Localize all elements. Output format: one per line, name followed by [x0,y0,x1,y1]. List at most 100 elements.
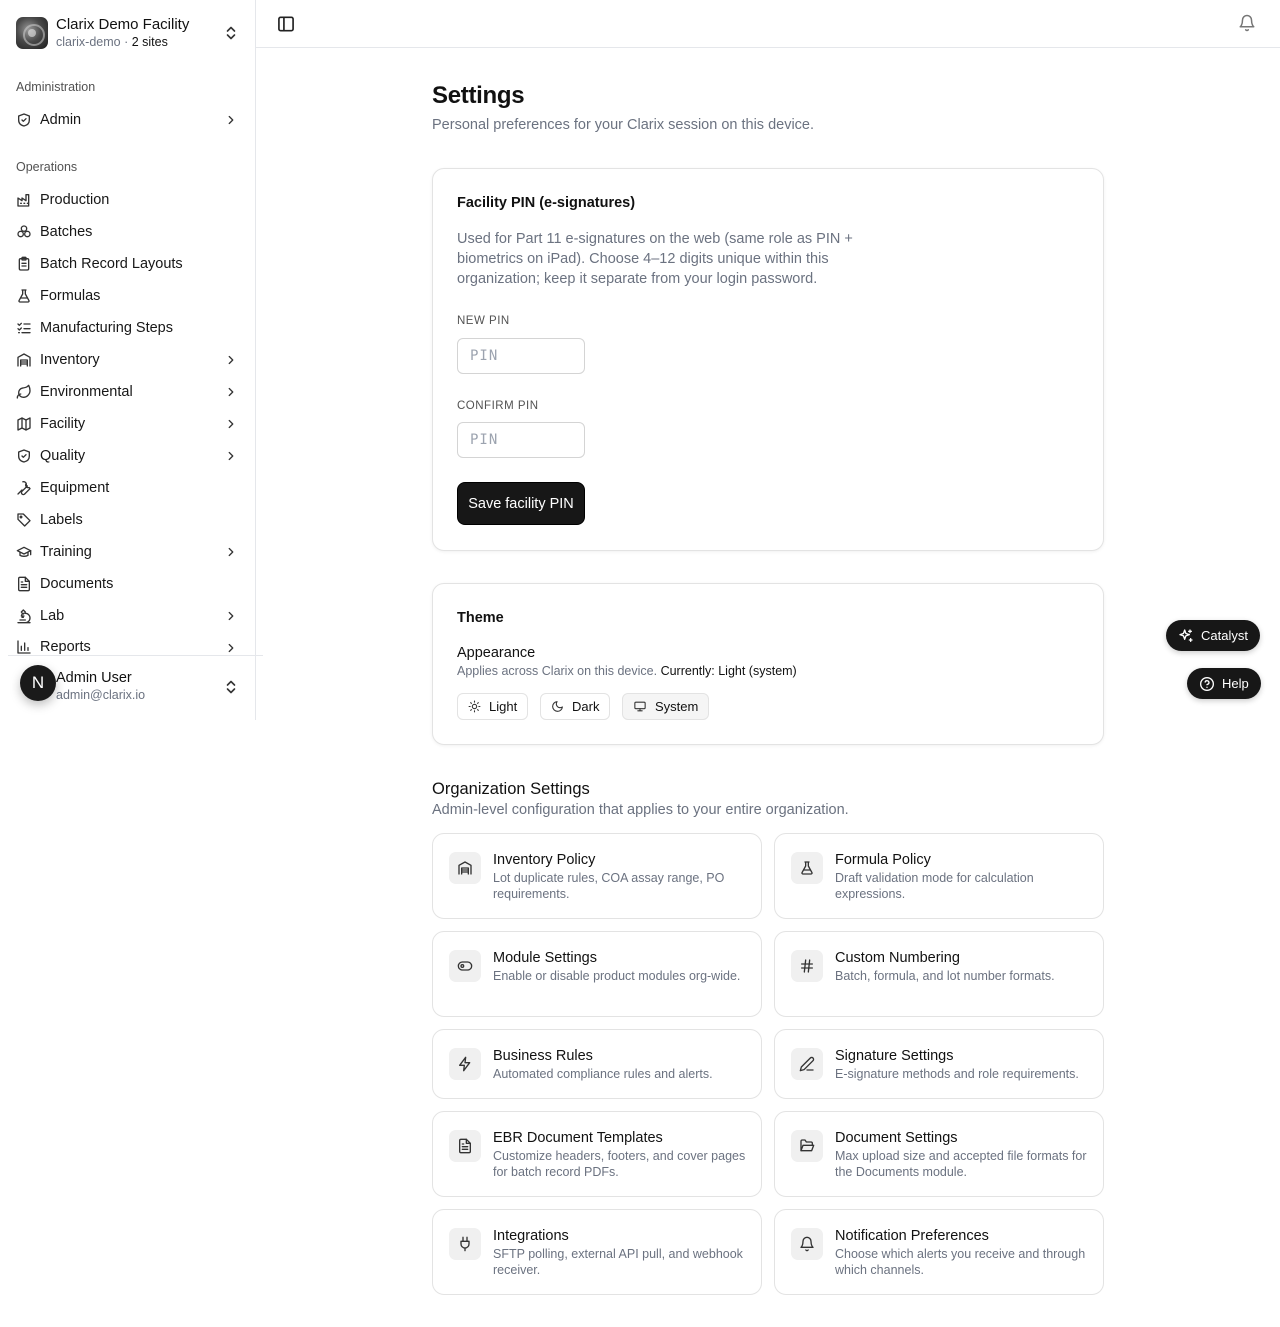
chevron-right-icon [228,387,234,397]
save-facility-pin-button[interactable]: Save facility PIN [458,483,584,524]
sidebar-item-label: Documents [40,576,114,592]
tile-description: Max upload size and accepted file format… [835,1149,1087,1179]
new-pin-field[interactable] [457,338,585,374]
confirm-pin-field[interactable] [457,422,585,458]
sidebar-item-admin[interactable]: Admin [8,106,248,134]
tile-module-settings[interactable]: Module Settings Enable or disable produc… [432,931,762,1017]
catalyst-button[interactable]: Catalyst [1166,620,1260,651]
chevron-right-icon [228,451,234,461]
chevron-right-icon [228,611,234,621]
panel-left-icon [278,16,294,32]
tile-description: Automated compliance rules and alerts. [493,1067,713,1081]
help-button[interactable]: Help [1187,668,1261,699]
user-email: admin@clarix.io [56,688,146,702]
tile-notification-preferences[interactable]: Notification Preferences Choose which al… [774,1209,1104,1295]
sidebar-item-labels[interactable]: Labels [8,506,248,534]
chevron-right-icon [228,419,234,429]
sidebar-item-formulas[interactable]: Formulas [8,282,248,310]
sidebar-item-training[interactable]: Training [8,538,248,566]
catalyst-label: Catalyst [1201,628,1248,643]
theme-dark-button[interactable]: Dark [540,693,611,720]
user-divider [8,655,263,656]
sidebar-item-label: Production [40,192,110,208]
section-label-administration: Administration [16,80,96,94]
flask-icon [791,852,823,884]
tile-business-rules[interactable]: Business Rules Automated compliance rule… [432,1029,762,1099]
sidebar-item-manufacturing-steps[interactable]: Manufacturing Steps [8,314,248,342]
tile-description: Batch, formula, and lot number formats. [835,969,1055,983]
tile-signature-settings[interactable]: Signature Settings E-signature methods a… [774,1029,1104,1099]
user-menu[interactable]: N Admin User admin@clarix.io [8,664,248,708]
sidebar-item-inventory[interactable]: Inventory [8,346,248,374]
tile-title: Formula Policy [835,852,931,868]
appearance-label: Appearance [457,645,536,661]
sidebar-item-production[interactable]: Production [8,186,248,214]
moon-icon [552,701,563,712]
tile-custom-numbering[interactable]: Custom Numbering Batch, formula, and lot… [774,931,1104,1017]
sidebar-item-label: Labels [40,512,83,528]
flask-icon [18,289,30,303]
notifications-button[interactable] [1238,14,1258,34]
sidebar-item-label: Admin [40,112,82,128]
avatar: N [20,665,56,701]
warehouse-icon [449,852,481,884]
theme-light-button[interactable]: Light [457,693,529,720]
shield-check-icon [18,449,30,463]
tile-description: Customize headers, footers, and cover pa… [493,1149,746,1179]
sidebar-item-equipment[interactable]: Equipment [8,474,248,502]
toggle-icon [449,950,481,982]
tile-title: Document Settings [835,1130,958,1146]
factory-icon [17,194,30,207]
chevrons-up-down-icon [226,26,236,40]
theme-card: Theme Appearance Applies across Clarix o… [432,583,1104,745]
sidebar-item-batch-record-layouts[interactable]: Batch Record Layouts [8,250,248,278]
theme-system-button[interactable]: System [622,693,710,720]
sidebar-item-label: Facility [40,416,86,432]
tile-title: Custom Numbering [835,950,960,966]
sidebar-item-lab[interactable]: Lab [8,602,248,630]
sidebar-item-label: Manufacturing Steps [40,320,173,336]
file-text-icon [18,576,30,592]
clipboard-list-icon [18,256,30,271]
sidebar-item-label: Formulas [40,288,101,304]
graduation-cap-icon [16,546,32,557]
tile-title: EBR Document Templates [493,1130,663,1146]
list-checks-icon [17,322,31,334]
org-switcher[interactable]: Clarix Demo Facility clarix-demo · 2 sit… [16,16,240,50]
sidebar-item-facility[interactable]: Facility [8,410,248,438]
sidebar-item-batches[interactable]: Batches [8,218,248,246]
tile-description: Choose which alerts you receive and thro… [835,1247,1086,1277]
tag-icon [17,513,31,527]
tile-inventory-policy[interactable]: Inventory Policy Lot duplicate rules, CO… [432,833,762,919]
chevrons-up-down-icon [226,680,236,694]
tile-title: Integrations [493,1228,569,1244]
sidebar-item-reports[interactable]: Reports [8,634,248,656]
sidebar-item-quality[interactable]: Quality [8,442,248,470]
help-circle-icon [1200,676,1214,691]
org-name: Clarix Demo Facility [56,16,190,33]
tile-description: Enable or disable product modules org-wi… [493,969,741,983]
map-icon [17,417,31,431]
page-subtitle: Personal preferences for your Clarix ses… [432,117,815,133]
org-meta-separator: · [120,35,132,49]
sidebar-item-label: Batch Record Layouts [40,256,183,272]
shield-check-icon [18,113,30,127]
sidebar-item-environmental[interactable]: Environmental [8,378,248,406]
bell-icon [1239,14,1255,32]
bell-icon [791,1228,823,1260]
new-pin-label: NEW PIN [457,315,510,327]
chevron-right-icon [228,643,234,653]
tile-document-settings[interactable]: Document Settings Max upload size and ac… [774,1111,1104,1197]
microscope-icon [17,609,31,624]
appearance-desc-text: Applies across Clarix on this device. [457,664,658,678]
help-label: Help [1222,676,1249,691]
warehouse-icon [17,353,31,367]
tile-integrations[interactable]: Integrations SFTP polling, external API … [432,1209,762,1295]
sidebar-item-documents[interactable]: Documents [8,570,248,598]
sidebar-item-label: Reports [40,639,91,655]
sidebar-item-label: Quality [40,448,86,464]
sidebar-item-label: Batches [40,224,93,240]
sidebar-toggle-button[interactable] [276,14,296,34]
tile-ebr-document-templates[interactable]: EBR Document Templates Customize headers… [432,1111,762,1197]
tile-formula-policy[interactable]: Formula Policy Draft validation mode for… [774,833,1104,919]
